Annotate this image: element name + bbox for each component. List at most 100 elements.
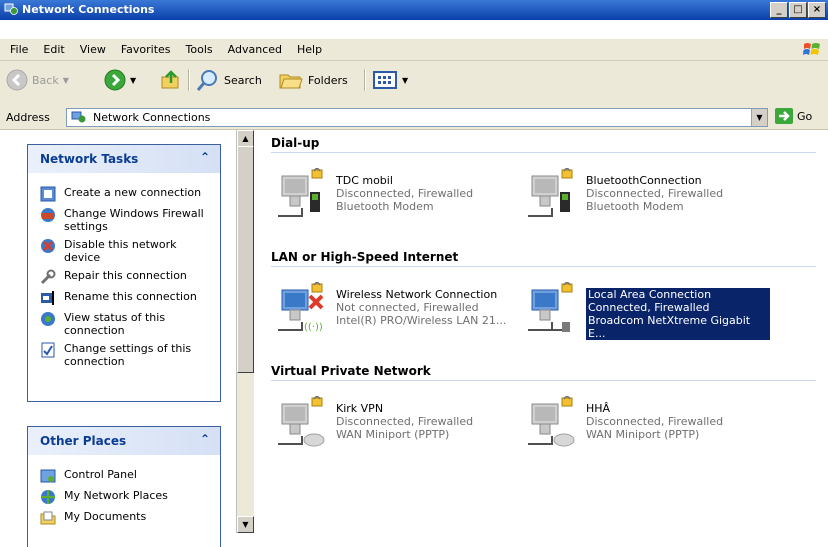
network-tasks-panel: Network Tasks ⌃ Create a new connection … (27, 144, 221, 402)
group-vpn-title: Virtual Private Network (271, 364, 431, 378)
other-places-panel: Other Places ⌃ Control Panel My Network … (27, 426, 221, 547)
address-value: Network Connections (93, 111, 211, 124)
views-dropdown-icon[interactable]: ▼ (402, 76, 408, 85)
go-label: Go (797, 109, 813, 123)
task-firewall-settings[interactable]: Change Windows Firewall settings (28, 204, 220, 235)
documents-icon (40, 511, 56, 525)
address-dropdown-icon[interactable]: ▼ (751, 109, 767, 126)
dialup-connection-icon (528, 168, 573, 217)
connection-tdc-mobil[interactable]: TDC mobil Disconnected, Firewalled Bluet… (274, 168, 522, 222)
back-dropdown-icon[interactable]: ▼ (63, 76, 69, 85)
connection-device: WAN Miniport (PPTP) (586, 428, 700, 441)
task-disable-device[interactable]: Disable this network device (28, 235, 220, 266)
forward-button[interactable]: ▼ (104, 67, 136, 93)
back-arrow-icon (6, 69, 28, 91)
network-connections-icon (4, 3, 18, 15)
collapse-chevron-icon[interactable]: ⌃ (200, 150, 210, 164)
connection-status: Disconnected, Firewalled (586, 415, 724, 428)
group-lan-title: LAN or High-Speed Internet (271, 250, 459, 264)
firewall-icon (41, 208, 55, 222)
network-connections-icon (71, 111, 86, 123)
forward-arrow-icon (104, 69, 126, 91)
connection-name: Kirk VPN (336, 402, 384, 415)
back-label: Back (32, 73, 59, 87)
task-view-status[interactable]: View status of this connection (28, 308, 220, 339)
menu-view[interactable]: View (74, 43, 115, 56)
task-rename-connection[interactable]: Rename this connection (28, 287, 220, 308)
group-divider (271, 380, 816, 381)
views-icon (373, 71, 397, 89)
maximize-button[interactable]: □ (789, 2, 807, 18)
menu-edit[interactable]: Edit (37, 43, 73, 56)
views-button[interactable]: ▼ (372, 67, 408, 93)
go-button[interactable]: Go (775, 108, 812, 124)
connection-name: TDC mobil (336, 174, 393, 187)
connection-wireless[interactable]: ((·)) Wireless Network Connection Not co… (274, 282, 522, 336)
connection-kirk-vpn[interactable]: Kirk VPN Disconnected, Firewalled WAN Mi… (274, 396, 522, 450)
connection-device: Broadcom NetXtreme Gigabit E... (588, 314, 751, 340)
svg-text:((·)): ((·)) (304, 322, 323, 333)
address-field[interactable]: Network Connections ▼ (66, 108, 768, 127)
control-panel-icon (40, 469, 56, 483)
vpn-connection-icon (278, 396, 325, 447)
task-change-settings[interactable]: Change settings of this connection (28, 339, 220, 370)
connection-status: Connected, Firewalled (588, 301, 710, 314)
scroll-thumb[interactable] (237, 146, 254, 373)
connection-name: Wireless Network Connection (336, 288, 498, 301)
search-icon (196, 70, 217, 91)
network-places-icon (41, 490, 55, 504)
address-bar: Address Network Connections ▼ Go (0, 105, 828, 130)
connection-status: Not connected, Firewalled (336, 301, 479, 314)
group-divider (271, 266, 816, 267)
go-arrow-icon (775, 108, 793, 124)
connection-device: WAN Miniport (PPTP) (336, 428, 450, 441)
search-button[interactable]: Search (196, 67, 262, 93)
connection-bluetooth[interactable]: BluetoothConnection Disconnected, Firewa… (524, 168, 772, 222)
connection-local-area[interactable]: Local Area Connection Connected, Firewal… (524, 282, 772, 340)
connection-device: Bluetooth Modem (336, 200, 434, 213)
task-repair-connection[interactable]: Repair this connection (28, 266, 220, 287)
settings-icon (41, 342, 55, 358)
up-folder-button[interactable] (160, 67, 182, 93)
close-button[interactable]: × (808, 2, 826, 18)
folders-icon (279, 74, 303, 89)
connection-status: Disconnected, Firewalled (336, 187, 474, 200)
folders-button[interactable]: Folders (278, 67, 348, 93)
menu-help[interactable]: Help (291, 43, 331, 56)
place-my-network-places[interactable]: My Network Places (28, 486, 220, 507)
menu-favorites[interactable]: Favorites (115, 43, 180, 56)
vpn-connection-icon (528, 396, 575, 447)
connection-device: Bluetooth Modem (586, 200, 684, 213)
task-pane: Network Tasks ⌃ Create a new connection … (0, 130, 236, 547)
forward-dropdown-icon[interactable]: ▼ (130, 76, 136, 85)
wireless-connection-icon: ((·)) (278, 282, 324, 333)
collapse-chevron-icon[interactable]: ⌃ (200, 432, 210, 446)
place-control-panel[interactable]: Control Panel (28, 465, 220, 486)
network-tasks-header[interactable]: Network Tasks ⌃ (28, 145, 220, 173)
scroll-up-icon[interactable]: ▲ (237, 130, 254, 147)
search-label: Search (224, 73, 262, 87)
toolbar: Back ▼ ▼ Search Folders ▼ (0, 61, 828, 106)
connection-name: Local Area Connection (588, 288, 712, 301)
minimize-button[interactable]: _ (770, 2, 788, 18)
scroll-down-icon[interactable]: ▼ (237, 516, 254, 533)
group-dialup-title: Dial-up (271, 136, 320, 150)
connection-status: Disconnected, Firewalled (336, 415, 474, 428)
connection-device: Intel(R) PRO/Wireless LAN 21... (336, 314, 507, 327)
other-places-header[interactable]: Other Places ⌃ (28, 427, 220, 455)
dialup-connection-icon (278, 168, 323, 217)
group-divider (271, 152, 816, 153)
back-button[interactable]: Back ▼ (6, 67, 69, 93)
window-title: Network Connections (22, 3, 155, 16)
task-create-connection[interactable]: Create a new connection (28, 183, 220, 204)
task-pane-scrollbar[interactable]: ▲ ▼ (236, 130, 254, 533)
disable-icon (41, 239, 55, 253)
menu-tools[interactable]: Tools (180, 43, 222, 56)
menu-file[interactable]: File (4, 43, 37, 56)
connection-hha[interactable]: HHÂ Disconnected, Firewalled WAN Minipor… (524, 396, 772, 450)
title-bar[interactable]: Network Connections _ □ × (0, 0, 828, 20)
place-my-documents[interactable]: My Documents (28, 507, 220, 528)
connection-status: Disconnected, Firewalled (586, 187, 724, 200)
connection-name: BluetoothConnection (586, 174, 702, 187)
menu-advanced[interactable]: Advanced (222, 43, 291, 56)
